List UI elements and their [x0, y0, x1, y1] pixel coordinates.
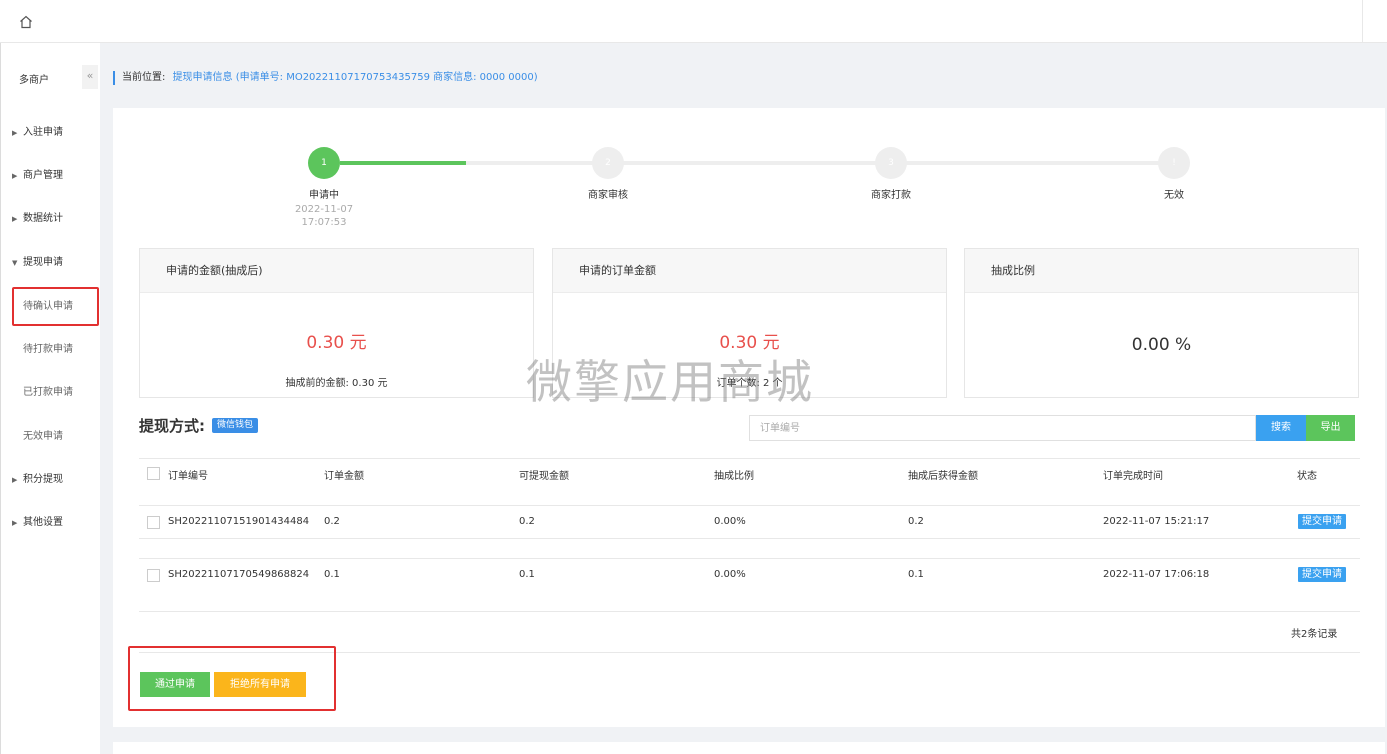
top-bar: [0, 0, 1387, 43]
card-amount: 0.00 %: [1131, 335, 1192, 355]
step-1-circle: 1: [308, 147, 340, 179]
table-header-amount: 订单金额: [324, 471, 364, 482]
table-header-withdrawable: 可提现金额: [519, 471, 569, 482]
step-4-label: 无效: [1164, 190, 1184, 201]
caret-right-icon: ▶: [12, 519, 18, 527]
step-progress-line: [340, 161, 466, 165]
sidebar-item-label: 商户管理: [23, 170, 63, 181]
sidebar-subitem-pending-confirm[interactable]: 待确认申请: [12, 287, 99, 326]
row-checkbox[interactable]: [147, 516, 160, 529]
table-divider: [139, 505, 1360, 506]
cell-withdrawable: 0.1: [519, 569, 535, 580]
table-header-after: 抽成后获得金额: [908, 471, 978, 482]
card-commission-rate: 抽成比例 0.00 %: [964, 248, 1359, 398]
export-button[interactable]: 导出: [1306, 415, 1355, 441]
cell-rate: 0.00%: [714, 516, 746, 527]
sidebar-item-other-settings[interactable]: ▶ 其他设置: [1, 513, 101, 533]
cell-after: 0.2: [908, 516, 924, 527]
topbar-divider: [1362, 0, 1363, 43]
cell-amount: 0.1: [324, 569, 340, 580]
sidebar-item-join-apply[interactable]: ▶ 入驻申请: [1, 123, 101, 143]
step-1-date: 2022-11-07: [294, 204, 354, 215]
caret-down-icon: ▼: [12, 259, 18, 267]
cell-order-no: SH20221107151901434484: [168, 516, 310, 527]
step-4-circle: !: [1158, 147, 1190, 179]
caret-right-icon: ▶: [12, 172, 18, 180]
cell-amount: 0.2: [324, 516, 340, 527]
select-all-checkbox[interactable]: [147, 467, 160, 480]
table-divider: [139, 538, 1360, 539]
cell-rate: 0.00%: [714, 569, 746, 580]
sidebar-item-label: 积分提现: [23, 474, 63, 485]
sidebar-item-label: 其他设置: [23, 517, 63, 528]
card-footnote: 抽成前的金额: 0.30 元: [285, 378, 388, 389]
card-title: 申请的订单金额: [553, 249, 946, 293]
step-1-label: 申请中 2022-11-07 17:07:53: [254, 189, 394, 229]
step-2-label: 商家审核: [588, 190, 628, 201]
caret-right-icon: ▶: [12, 129, 18, 137]
watermark: 微擎应用商城: [526, 355, 814, 409]
step-1-title: 申请中: [309, 190, 339, 201]
cell-withdrawable: 0.2: [519, 516, 535, 527]
secondary-panel: [113, 742, 1385, 754]
status-badge: 提交申请: [1298, 514, 1346, 529]
caret-right-icon: ▶: [12, 215, 18, 223]
table-top-border: [139, 458, 1360, 459]
sidebar-item-label: 提现申请: [23, 257, 63, 268]
total-records: 共2条记录: [1291, 629, 1338, 640]
card-applied-amount: 申请的金额(抽成后) 0.30 元 抽成前的金额: 0.30 元: [139, 248, 534, 398]
sidebar-item-points-withdraw[interactable]: ▶ 积分提现: [1, 470, 101, 490]
sidebar-item-statistics[interactable]: ▶ 数据统计: [1, 209, 101, 229]
breadcrumb-link[interactable]: 提现申请信息 (申请单号: MO20221107170753435759 商家信…: [173, 72, 538, 83]
cell-time: 2022-11-07 17:06:18: [1103, 569, 1210, 580]
table-header-order-no: 订单编号: [168, 471, 208, 482]
sidebar-subitem-paid[interactable]: 已打款申请: [23, 383, 73, 403]
table-header-time: 订单完成时间: [1103, 471, 1163, 482]
sidebar-subitem-invalid[interactable]: 无效申请: [23, 427, 63, 447]
sidebar-item-label: 数据统计: [23, 213, 63, 224]
step-1-time: 17:07:53: [301, 217, 347, 228]
withdraw-method-label: 提现方式:: [139, 417, 205, 435]
step-3-label: 商家打款: [871, 190, 911, 201]
approve-button[interactable]: 通过申请: [140, 672, 210, 697]
sidebar-subitem-pending-pay[interactable]: 待打款申请: [23, 340, 73, 360]
breadcrumb: 当前位置: 提现申请信息 (申请单号: MO202211071707534357…: [113, 71, 538, 85]
card-title: 抽成比例: [965, 249, 1358, 293]
sidebar-item-withdraw-apply[interactable]: ▼ 提现申请: [1, 253, 101, 273]
reject-all-button[interactable]: 拒绝所有申请: [214, 672, 306, 697]
table-header-rate: 抽成比例: [714, 471, 754, 482]
card-title: 申请的金额(抽成后): [140, 249, 533, 293]
cell-order-no: SH20221107170549868824: [168, 569, 310, 580]
step-3-circle: 3: [875, 147, 907, 179]
status-badge: 提交申请: [1298, 567, 1346, 582]
table-divider: [139, 558, 1360, 559]
withdraw-method-badge: 微信钱包: [212, 418, 259, 433]
cell-time: 2022-11-07 15:21:17: [1103, 516, 1210, 527]
sidebar-title: 多商户: [19, 75, 49, 86]
breadcrumb-label: 当前位置:: [122, 72, 166, 83]
step-2-circle: 2: [592, 147, 624, 179]
card-amount: 0.30 元: [306, 333, 367, 353]
sidebar-item-merchant-manage[interactable]: ▶ 商户管理: [1, 166, 101, 186]
sidebar-item-label: 入驻申请: [23, 127, 63, 138]
caret-right-icon: ▶: [12, 476, 18, 484]
table-header-status: 状态: [1297, 471, 1317, 482]
search-button[interactable]: 搜索: [1256, 415, 1306, 441]
table-divider: [139, 611, 1360, 612]
cell-after: 0.1: [908, 569, 924, 580]
step-track-line: [466, 161, 1174, 165]
sidebar: 多商户 « ▶ 入驻申请 ▶ 商户管理 ▶ 数据统计 ▼ 提现申请 待确认申请 …: [0, 43, 100, 754]
row-checkbox[interactable]: [147, 569, 160, 582]
order-number-search-input[interactable]: [749, 415, 1256, 441]
home-icon[interactable]: [18, 14, 34, 30]
collapse-sidebar-button[interactable]: «: [82, 65, 98, 89]
